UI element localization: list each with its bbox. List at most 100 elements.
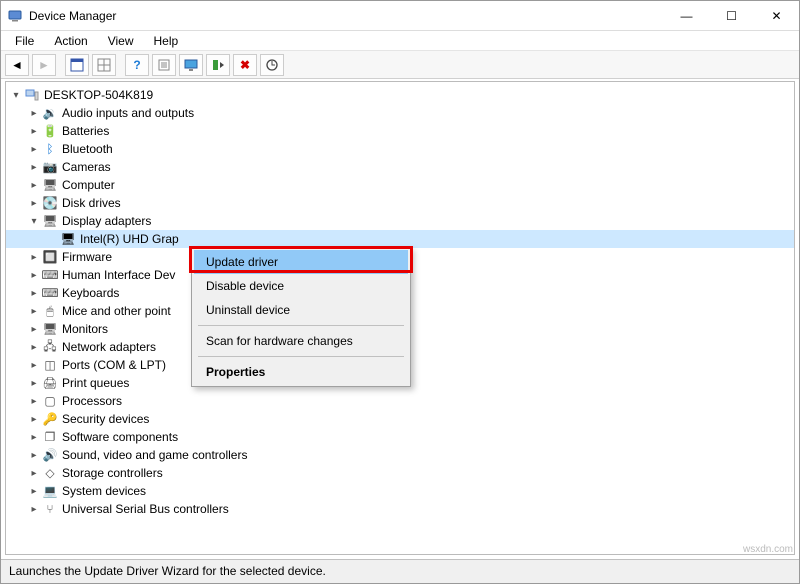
x-icon: ✖	[240, 58, 250, 72]
tree-label: DESKTOP-504K819	[44, 88, 153, 102]
expand-icon[interactable]: ▸	[28, 341, 40, 353]
tree-label: Disk drives	[62, 196, 121, 210]
tree-category[interactable]: ▸ᛒBluetooth	[6, 140, 794, 158]
expand-icon[interactable]: ▾	[28, 215, 40, 227]
tree-category[interactable]: ▸🖥Computer	[6, 176, 794, 194]
tree-label: System devices	[62, 484, 146, 498]
context-menu-item[interactable]: Disable device	[194, 274, 408, 298]
tree-label: Storage controllers	[62, 466, 163, 480]
context-menu-item[interactable]: Uninstall device	[194, 298, 408, 322]
toolbar-show-hidden-button[interactable]	[65, 54, 89, 76]
tree-category[interactable]: ▸💻System devices	[6, 482, 794, 500]
context-menu-separator	[198, 325, 404, 326]
toolbar-update-button[interactable]	[260, 54, 284, 76]
tree-category[interactable]: ▸▢Processors	[6, 392, 794, 410]
tree-category[interactable]: ▾🖥 Display adapters	[6, 212, 794, 230]
category-icon: ⌨	[42, 267, 58, 283]
category-icon: ◇	[42, 465, 58, 481]
category-icon: 🔊	[42, 447, 58, 463]
expand-icon[interactable]: ▾	[10, 89, 22, 101]
expand-icon[interactable]: ▸	[28, 485, 40, 497]
status-bar: Launches the Update Driver Wizard for th…	[1, 559, 799, 583]
expand-icon[interactable]: ▸	[28, 305, 40, 317]
menu-file[interactable]: File	[5, 32, 44, 50]
tree-label: Software components	[62, 430, 178, 444]
tree-label: Keyboards	[62, 286, 119, 300]
tree-category[interactable]: ▸◇ Storage controllers	[6, 464, 794, 482]
title-bar: Device Manager — ☐ ✕	[1, 1, 799, 31]
expand-icon	[46, 233, 58, 245]
tree-category[interactable]: ▸🔑 Security devices	[6, 410, 794, 428]
menu-action[interactable]: Action	[44, 32, 97, 50]
display-icon: 🖥	[60, 231, 76, 247]
expand-icon[interactable]: ▸	[28, 143, 40, 155]
menu-help[interactable]: Help	[144, 32, 189, 50]
minimize-button[interactable]: —	[664, 1, 709, 30]
expand-icon[interactable]: ▸	[28, 197, 40, 209]
expand-icon[interactable]: ▸	[28, 251, 40, 263]
tree-category[interactable]: ▸💽Disk drives	[6, 194, 794, 212]
tree-category[interactable]: ▸⑂Universal Serial Bus controllers	[6, 500, 794, 518]
expand-icon[interactable]: ▸	[28, 395, 40, 407]
tree-device[interactable]: 🖥 Intel(R) UHD Grap	[6, 230, 794, 248]
tree-category[interactable]: ▸🔊Sound, video and game controllers	[6, 446, 794, 464]
expand-icon[interactable]: ▸	[28, 431, 40, 443]
tree-label: Display adapters	[62, 214, 151, 228]
expand-icon[interactable]: ▸	[28, 377, 40, 389]
toolbar-forward-button[interactable]: ►	[32, 54, 56, 76]
context-menu-separator	[198, 356, 404, 357]
category-icon: ᛒ	[42, 141, 58, 157]
tree-category[interactable]: ▸📷Cameras	[6, 158, 794, 176]
expand-icon[interactable]: ▸	[28, 323, 40, 335]
toolbar-scan-button[interactable]	[206, 54, 230, 76]
expand-icon[interactable]: ▸	[28, 287, 40, 299]
category-icon: ⌨	[42, 285, 58, 301]
toolbar-remove-button[interactable]: ✖	[233, 54, 257, 76]
category-icon: 🔋	[42, 123, 58, 139]
context-menu-item[interactable]: Update driver	[194, 250, 408, 274]
tree-category[interactable]: ▸🔋 Batteries	[6, 122, 794, 140]
toolbar-frame-button[interactable]	[92, 54, 116, 76]
tree-label: Audio inputs and outputs	[62, 106, 194, 120]
expand-icon[interactable]: ▸	[28, 467, 40, 479]
window-controls: — ☐ ✕	[664, 1, 799, 30]
expand-icon[interactable]: ▸	[28, 413, 40, 425]
tree-label: Mice and other point	[62, 304, 171, 318]
expand-icon[interactable]: ▸	[28, 179, 40, 191]
category-icon: 🖥	[42, 213, 58, 229]
computer-icon	[24, 87, 40, 103]
tree-label: Firmware	[62, 250, 112, 264]
tree-category[interactable]: ▸❐Software components	[6, 428, 794, 446]
watermark: wsxdn.com	[743, 544, 793, 555]
tree-label: Monitors	[62, 322, 108, 336]
tree-label: Security devices	[62, 412, 149, 426]
expand-icon[interactable]: ▸	[28, 359, 40, 371]
menu-view[interactable]: View	[98, 32, 144, 50]
toolbar: ◄ ► ? ✖	[1, 51, 799, 79]
category-icon: 🔉	[42, 105, 58, 121]
tree-label: Intel(R) UHD Grap	[80, 232, 179, 246]
expand-icon[interactable]: ▸	[28, 125, 40, 137]
expand-icon[interactable]: ▸	[28, 503, 40, 515]
expand-icon[interactable]: ▸	[28, 449, 40, 461]
context-menu-item[interactable]: Properties	[194, 360, 408, 384]
tree-label: Batteries	[62, 124, 109, 138]
toolbar-monitor-button[interactable]	[179, 54, 203, 76]
category-icon: 🔑	[42, 411, 58, 427]
context-menu-item[interactable]: Scan for hardware changes	[194, 329, 408, 353]
expand-icon[interactable]: ▸	[28, 161, 40, 173]
close-button[interactable]: ✕	[754, 1, 799, 30]
tree-root[interactable]: ▾ DESKTOP-504K819	[6, 86, 794, 104]
toolbar-back-button[interactable]: ◄	[5, 54, 29, 76]
tree-category[interactable]: ▸🔉 Audio inputs and outputs	[6, 104, 794, 122]
maximize-button[interactable]: ☐	[709, 1, 754, 30]
tree-label: Human Interface Dev	[62, 268, 175, 282]
toolbar-properties-button[interactable]	[152, 54, 176, 76]
expand-icon[interactable]: ▸	[28, 107, 40, 119]
tree-label: Cameras	[62, 160, 111, 174]
toolbar-help-button[interactable]: ?	[125, 54, 149, 76]
category-icon: ⑂	[42, 501, 58, 517]
app-icon	[7, 8, 23, 24]
window-title: Device Manager	[29, 9, 116, 23]
expand-icon[interactable]: ▸	[28, 269, 40, 281]
